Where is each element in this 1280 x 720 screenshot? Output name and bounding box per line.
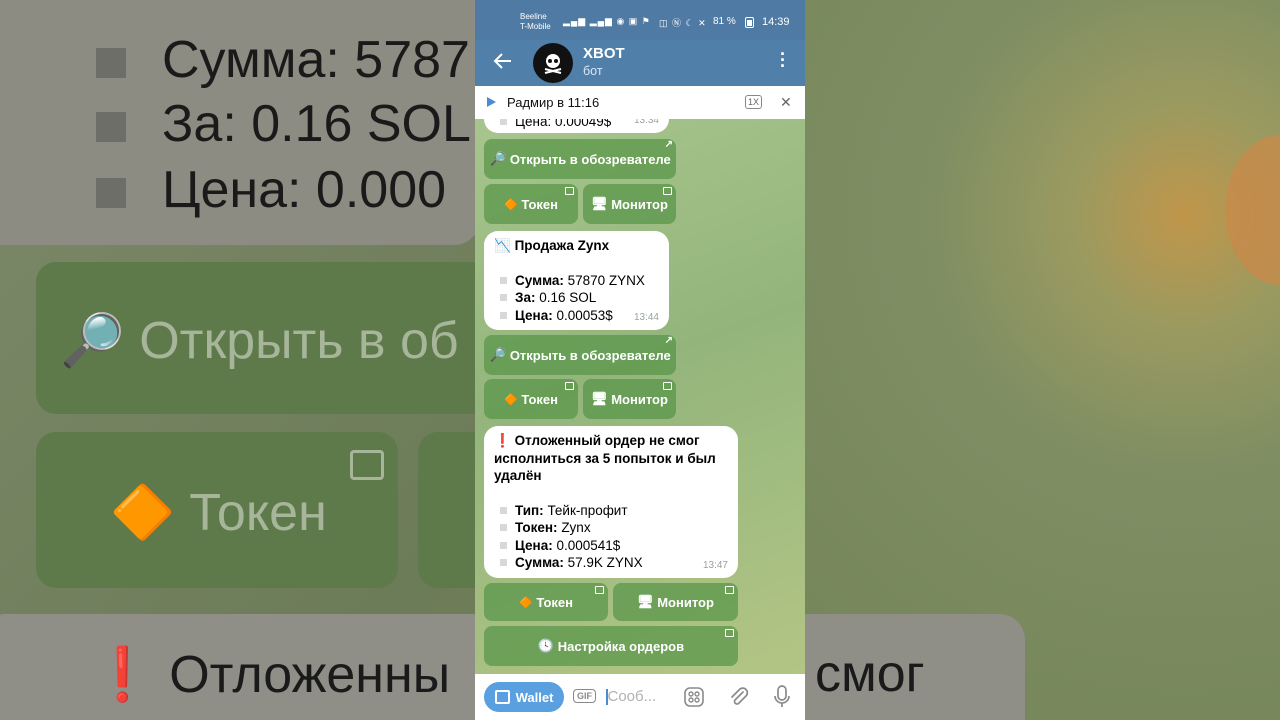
message-sum-row: Сумма: 57870 ZYNX bbox=[494, 272, 659, 290]
background-right-text: смог bbox=[815, 645, 925, 703]
skull-icon bbox=[544, 54, 562, 74]
diamond-icon: 🔶 bbox=[504, 393, 518, 406]
close-icon[interactable]: ✕ bbox=[780, 94, 792, 111]
monitor-icon: 🖥 bbox=[591, 391, 608, 406]
message-sum-row: Сумма: 57.9K ZYNX bbox=[494, 554, 728, 572]
background-open-label: 🔎 Открыть в об bbox=[60, 312, 459, 370]
exclamation-icon: ❗ bbox=[494, 433, 511, 448]
background-right-panel: смог bbox=[775, 0, 1280, 720]
monitor-button[interactable]: 🖥 Монитор bbox=[613, 583, 738, 621]
chat-header: XBOT бот · · · bbox=[475, 40, 805, 86]
message-type-row: Тип: Тейк-профит bbox=[494, 502, 728, 520]
message-price-row: Цена: 0.00049$ bbox=[494, 119, 611, 131]
open-in-browser-button[interactable]: 🔎 Открыть в обозревателе ↗ bbox=[484, 139, 676, 179]
pinned-audio-bar[interactable]: Радмир в 11:16 1X ✕ bbox=[475, 86, 805, 120]
phone-screen: Beeline T-Mobile ▂▄▆ ▂▄▆ ◉ ▣ ⚑ ◫ Ⓝ ☾ ✕ 8… bbox=[475, 0, 805, 720]
chat-area: Цена: 0.00049$ 13:34 🔎 Открыть в обозрев… bbox=[475, 119, 805, 674]
message-title: ❗ Отложенный ордер не смог исполниться з… bbox=[494, 433, 716, 483]
open-in-browser-button[interactable]: 🔎 Открыть в обозревателе ↗ bbox=[484, 335, 676, 375]
token-button[interactable]: 🔶 Токен bbox=[484, 184, 578, 224]
webapp-icon bbox=[725, 629, 734, 637]
message-token-row: Токен: Zynx bbox=[494, 519, 728, 537]
webapp-icon bbox=[595, 586, 604, 594]
monitor-button[interactable]: 🖥 Монитор bbox=[583, 379, 676, 419]
wallet-icon bbox=[494, 690, 510, 704]
webapp-icon bbox=[565, 382, 574, 390]
background-left-panel: Сумма: 5787 За: 0.16 SOL Цена: 0.000 🔎 О… bbox=[0, 0, 500, 720]
chat-subtitle: бот bbox=[583, 64, 603, 78]
message-bubble: ❗ Отложенный ордер не смог исполниться з… bbox=[484, 426, 738, 578]
more-options-icon[interactable]: · · · bbox=[775, 45, 791, 75]
magnifier-icon: 🔎 bbox=[490, 151, 507, 166]
order-settings-button[interactable]: 🕓 Настройка ордеров bbox=[484, 626, 738, 666]
external-link-icon: ↗ bbox=[664, 139, 673, 150]
status-bar: Beeline T-Mobile ▂▄▆ ▂▄▆ ◉ ▣ ⚑ ◫ Ⓝ ☾ ✕ 8… bbox=[475, 0, 805, 40]
play-icon[interactable] bbox=[487, 97, 496, 107]
monitor-button[interactable]: 🖥 Монитор bbox=[583, 184, 676, 224]
message-for-row: За: 0.16 SOL bbox=[494, 289, 659, 307]
chart-down-icon: 📉 bbox=[494, 238, 511, 253]
webapp-icon bbox=[663, 382, 672, 390]
magnifier-icon: 🔎 bbox=[490, 347, 507, 362]
pinned-text: Радмир в 11:16 bbox=[507, 95, 600, 110]
status-time: 14:39 bbox=[762, 16, 790, 28]
message-input-bar: Wallet GIF Сооб... bbox=[475, 674, 805, 720]
apps-icon[interactable] bbox=[684, 687, 704, 707]
background-bottom-text: ❗ Отложенны bbox=[90, 646, 451, 704]
message-time: 13:34 bbox=[633, 119, 659, 126]
monitor-icon: 🖥 bbox=[637, 594, 654, 609]
message-input[interactable]: Сооб... bbox=[606, 688, 656, 706]
webapp-icon bbox=[725, 586, 734, 594]
playback-speed-button[interactable]: 1X bbox=[745, 95, 763, 109]
background-line-for: За: 0.16 SOL bbox=[96, 94, 471, 154]
background-line-price: Цена: 0.000 bbox=[96, 160, 446, 220]
signal-icons: ▂▄▆ ▂▄▆ ◉ ▣ ⚑ bbox=[563, 16, 651, 26]
message-bubble: Цена: 0.00049$ 13:34 bbox=[484, 119, 669, 133]
webapp-icon bbox=[565, 187, 574, 195]
message-bubble: 📉 Продажа Zynx Сумма: 57870 ZYNX За: 0.1… bbox=[484, 231, 669, 330]
background-orange-blob bbox=[1225, 135, 1280, 285]
attach-icon[interactable] bbox=[728, 686, 750, 708]
token-button[interactable]: 🔶 Токен bbox=[484, 583, 608, 621]
background-line-sum: Сумма: 5787 bbox=[96, 30, 470, 90]
diamond-icon: 🔶 bbox=[519, 596, 533, 609]
carrier-label: Beeline T-Mobile bbox=[520, 12, 551, 31]
webapp-icon bbox=[663, 187, 672, 195]
gif-button[interactable]: GIF bbox=[573, 689, 596, 703]
microphone-icon[interactable] bbox=[773, 685, 791, 709]
message-time: 13:47 bbox=[702, 559, 728, 571]
message-title: 📉 Продажа Zynx bbox=[494, 238, 610, 253]
diamond-icon: 🔶 bbox=[504, 198, 518, 211]
external-link-icon: ↗ bbox=[664, 335, 673, 346]
wallet-button[interactable]: Wallet bbox=[484, 682, 564, 712]
system-icons: ◫ Ⓝ ☾ ✕ bbox=[659, 18, 707, 28]
background-token-label: 🔶 Токен bbox=[110, 484, 327, 542]
message-time: 13:44 bbox=[633, 311, 659, 323]
battery-label: 81 % bbox=[713, 16, 736, 27]
avatar[interactable] bbox=[533, 43, 573, 83]
clock-icon: 🕓 bbox=[537, 638, 555, 653]
back-arrow-icon[interactable] bbox=[491, 49, 515, 73]
monitor-icon: 🖥 bbox=[591, 196, 608, 211]
background-corner-icon bbox=[350, 450, 384, 480]
message-price-row: Цена: 0.000541$ bbox=[494, 537, 728, 555]
token-button[interactable]: 🔶 Токен bbox=[484, 379, 578, 419]
battery-icon bbox=[745, 17, 754, 28]
chat-title[interactable]: XBOT bbox=[583, 45, 625, 62]
